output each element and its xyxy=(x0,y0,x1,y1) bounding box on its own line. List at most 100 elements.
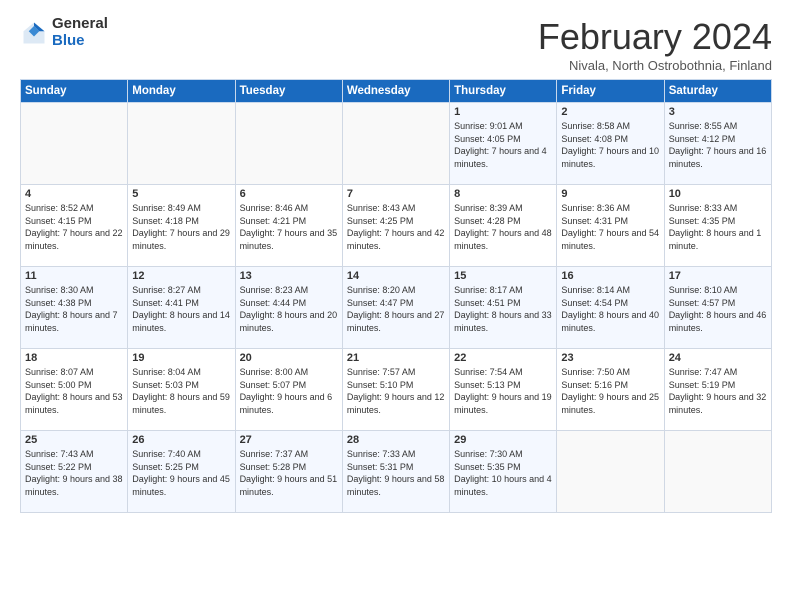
calendar-cell xyxy=(342,103,449,185)
calendar-cell: 13Sunrise: 8:23 AMSunset: 4:44 PMDayligh… xyxy=(235,267,342,349)
day-number: 24 xyxy=(669,352,767,364)
day-number: 15 xyxy=(454,270,552,282)
logo-icon xyxy=(20,19,48,47)
day-number: 1 xyxy=(454,106,552,118)
day-info: Sunrise: 7:33 AMSunset: 5:31 PMDaylight:… xyxy=(347,448,445,498)
calendar-cell xyxy=(21,103,128,185)
calendar-cell: 4 Sunrise: 8:52 AMSunset: 4:15 PMDaylight… xyxy=(21,185,128,267)
calendar-cell xyxy=(128,103,235,185)
col-saturday: Saturday xyxy=(664,80,771,103)
day-info: Sunrise: 7:54 AMSunset: 5:13 PMDaylight:… xyxy=(454,366,552,416)
calendar-cell: 23 Sunrise: 7:50 AMSunset: 5:16 PMDayligh… xyxy=(557,349,664,431)
calendar-cell: 16 Sunrise: 8:14 AMSunset: 4:54 PMDayligh… xyxy=(557,267,664,349)
calendar-cell: 28Sunrise: 7:33 AMSunset: 5:31 PMDayligh… xyxy=(342,431,449,513)
day-number: 8 xyxy=(454,188,552,200)
day-info: Sunrise: 8:52 AMSunset: 4:15 PMDaylight:… xyxy=(25,202,123,252)
day-info: Sunrise: 7:40 AMSunset: 5:25 PMDaylight:… xyxy=(132,448,230,498)
calendar-cell: 6Sunrise: 8:46 AMSunset: 4:21 PMDaylight… xyxy=(235,185,342,267)
day-info: Sunrise: 8:39 AMSunset: 4:28 PMDaylight:… xyxy=(454,202,552,252)
calendar-cell: 10 Sunrise: 8:33 AMSunset: 4:35 PMDayligh… xyxy=(664,185,771,267)
day-info: Sunrise: 8:04 AMSunset: 5:03 PMDaylight:… xyxy=(132,366,230,416)
day-number: 9 xyxy=(561,188,659,200)
calendar-cell: 15 Sunrise: 8:17 AMSunset: 4:51 PMDayligh… xyxy=(450,267,557,349)
day-number: 14 xyxy=(347,270,445,282)
day-info: Sunrise: 8:14 AMSunset: 4:54 PMDaylight:… xyxy=(561,284,659,334)
page-container: General Blue February 2024 Nivala, North… xyxy=(0,0,792,523)
day-info: Sunrise: 8:55 AMSunset: 4:12 PMDaylight:… xyxy=(669,120,767,170)
day-number: 18 xyxy=(25,352,123,364)
day-number: 4 xyxy=(25,188,123,200)
calendar-week-2: 11Sunrise: 8:30 AMSunset: 4:38 PMDayligh… xyxy=(21,267,772,349)
day-info: Sunrise: 7:37 AMSunset: 5:28 PMDaylight:… xyxy=(240,448,338,498)
calendar-cell: 12Sunrise: 8:27 AMSunset: 4:41 PMDayligh… xyxy=(128,267,235,349)
calendar-week-3: 18 Sunrise: 8:07 AMSunset: 5:00 PMDayligh… xyxy=(21,349,772,431)
calendar-header-row: Sunday Monday Tuesday Wednesday Thursday… xyxy=(21,80,772,103)
day-info: Sunrise: 8:23 AMSunset: 4:44 PMDaylight:… xyxy=(240,284,338,334)
calendar-week-1: 4 Sunrise: 8:52 AMSunset: 4:15 PMDaylight… xyxy=(21,185,772,267)
day-number: 17 xyxy=(669,270,767,282)
day-info: Sunrise: 8:07 AMSunset: 5:00 PMDaylight:… xyxy=(25,366,123,416)
day-info: Sunrise: 8:46 AMSunset: 4:21 PMDaylight:… xyxy=(240,202,338,252)
col-friday: Friday xyxy=(557,80,664,103)
day-number: 27 xyxy=(240,434,338,446)
calendar-cell: 3 Sunrise: 8:55 AMSunset: 4:12 PMDaylight… xyxy=(664,103,771,185)
day-info: Sunrise: 7:30 AMSunset: 5:35 PMDaylight:… xyxy=(454,448,552,498)
calendar-table: Sunday Monday Tuesday Wednesday Thursday… xyxy=(20,79,772,513)
col-wednesday: Wednesday xyxy=(342,80,449,103)
day-number: 11 xyxy=(25,270,123,282)
calendar-cell: 9 Sunrise: 8:36 AMSunset: 4:31 PMDaylight… xyxy=(557,185,664,267)
day-number: 29 xyxy=(454,434,552,446)
day-number: 7 xyxy=(347,188,445,200)
calendar-cell: 17Sunrise: 8:10 AMSunset: 4:57 PMDayligh… xyxy=(664,267,771,349)
day-info: Sunrise: 7:47 AMSunset: 5:19 PMDaylight:… xyxy=(669,366,767,416)
col-tuesday: Tuesday xyxy=(235,80,342,103)
day-number: 25 xyxy=(25,434,123,446)
day-number: 3 xyxy=(669,106,767,118)
col-monday: Monday xyxy=(128,80,235,103)
day-info: Sunrise: 7:50 AMSunset: 5:16 PMDaylight:… xyxy=(561,366,659,416)
calendar-cell: 21 Sunrise: 7:57 AMSunset: 5:10 PMDayligh… xyxy=(342,349,449,431)
calendar-cell: 24 Sunrise: 7:47 AMSunset: 5:19 PMDayligh… xyxy=(664,349,771,431)
calendar-cell: 19Sunrise: 8:04 AMSunset: 5:03 PMDayligh… xyxy=(128,349,235,431)
calendar-cell: 7 Sunrise: 8:43 AMSunset: 4:25 PMDaylight… xyxy=(342,185,449,267)
day-number: 26 xyxy=(132,434,230,446)
day-number: 22 xyxy=(454,352,552,364)
location-subtitle: Nivala, North Ostrobothnia, Finland xyxy=(538,58,772,73)
day-info: Sunrise: 9:01 AMSunset: 4:05 PMDaylight:… xyxy=(454,120,552,170)
calendar-cell xyxy=(664,431,771,513)
col-sunday: Sunday xyxy=(21,80,128,103)
calendar-cell: 11Sunrise: 8:30 AMSunset: 4:38 PMDayligh… xyxy=(21,267,128,349)
calendar-week-0: 1 Sunrise: 9:01 AMSunset: 4:05 PMDaylight… xyxy=(21,103,772,185)
day-number: 16 xyxy=(561,270,659,282)
day-info: Sunrise: 8:49 AMSunset: 4:18 PMDaylight:… xyxy=(132,202,230,252)
calendar-cell: 2Sunrise: 8:58 AMSunset: 4:08 PMDaylight… xyxy=(557,103,664,185)
calendar-cell: 5Sunrise: 8:49 AMSunset: 4:18 PMDaylight… xyxy=(128,185,235,267)
day-info: Sunrise: 8:36 AMSunset: 4:31 PMDaylight:… xyxy=(561,202,659,252)
calendar-cell: 1 Sunrise: 9:01 AMSunset: 4:05 PMDaylight… xyxy=(450,103,557,185)
calendar-week-4: 25Sunrise: 7:43 AMSunset: 5:22 PMDayligh… xyxy=(21,431,772,513)
day-number: 2 xyxy=(561,106,659,118)
day-info: Sunrise: 7:57 AMSunset: 5:10 PMDaylight:… xyxy=(347,366,445,416)
month-title: February 2024 xyxy=(538,16,772,58)
day-info: Sunrise: 8:17 AMSunset: 4:51 PMDaylight:… xyxy=(454,284,552,334)
calendar-cell: 8 Sunrise: 8:39 AMSunset: 4:28 PMDaylight… xyxy=(450,185,557,267)
logo: General Blue xyxy=(20,16,108,49)
day-info: Sunrise: 8:33 AMSunset: 4:35 PMDaylight:… xyxy=(669,202,767,252)
logo-blue-text: Blue xyxy=(52,33,108,50)
day-number: 23 xyxy=(561,352,659,364)
calendar-cell: 14 Sunrise: 8:20 AMSunset: 4:47 PMDayligh… xyxy=(342,267,449,349)
col-thursday: Thursday xyxy=(450,80,557,103)
logo-text: General Blue xyxy=(52,16,108,49)
day-info: Sunrise: 8:20 AMSunset: 4:47 PMDaylight:… xyxy=(347,284,445,334)
day-number: 10 xyxy=(669,188,767,200)
calendar-cell: 27 Sunrise: 7:37 AMSunset: 5:28 PMDayligh… xyxy=(235,431,342,513)
calendar-cell xyxy=(557,431,664,513)
calendar-cell: 26 Sunrise: 7:40 AMSunset: 5:25 PMDayligh… xyxy=(128,431,235,513)
calendar-cell: 22 Sunrise: 7:54 AMSunset: 5:13 PMDayligh… xyxy=(450,349,557,431)
calendar-cell: 29 Sunrise: 7:30 AMSunset: 5:35 PMDayligh… xyxy=(450,431,557,513)
calendar-cell xyxy=(235,103,342,185)
day-info: Sunrise: 8:43 AMSunset: 4:25 PMDaylight:… xyxy=(347,202,445,252)
calendar-cell: 25Sunrise: 7:43 AMSunset: 5:22 PMDayligh… xyxy=(21,431,128,513)
day-number: 21 xyxy=(347,352,445,364)
header: General Blue February 2024 Nivala, North… xyxy=(20,16,772,73)
